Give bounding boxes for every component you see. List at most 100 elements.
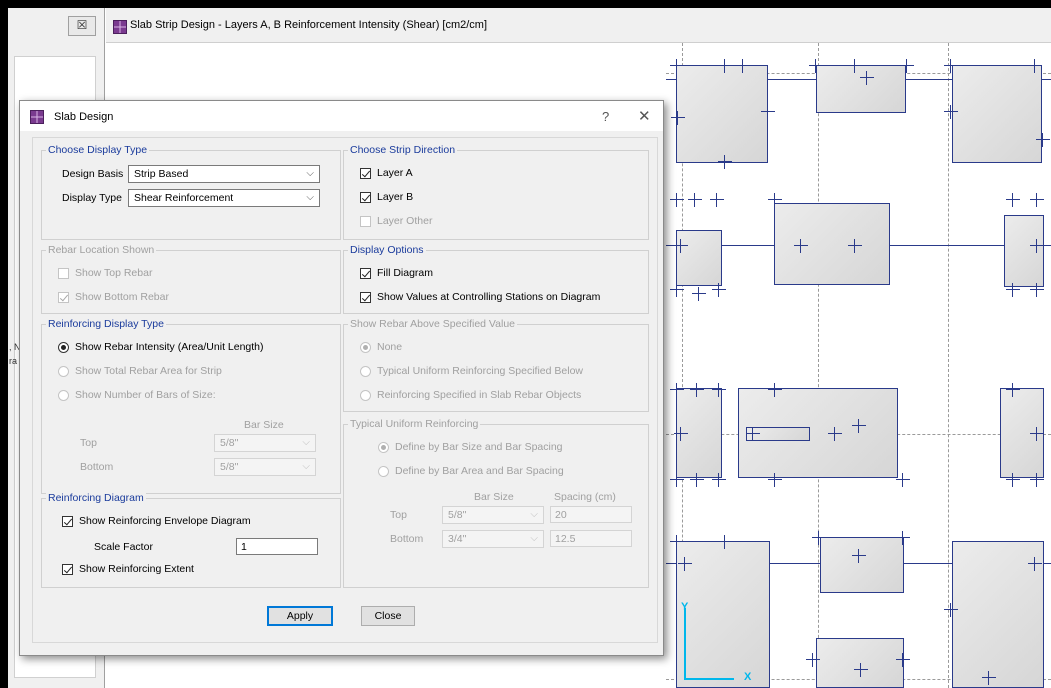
station-marker (896, 473, 910, 487)
slab-diagram (820, 537, 904, 593)
top-label: Top (390, 509, 407, 521)
bar-size-header: Bar Size (474, 491, 514, 503)
display-options-group: Display Options Fill Diagram Show Values… (343, 244, 649, 314)
station-marker (1006, 473, 1020, 487)
station-marker (736, 59, 750, 73)
typical-uniform-label: Typical Uniform Reinforcing Specified Be… (377, 365, 584, 377)
layer-a-label: Layer A (377, 167, 413, 179)
show-extent-label: Show Reinforcing Extent (79, 563, 194, 575)
station-marker (1028, 557, 1042, 571)
station-marker (944, 603, 958, 617)
show-bottom-rebar-label: Show Bottom Rebar (75, 291, 169, 303)
x-axis-label: X (744, 671, 752, 683)
bottom-bar-size-select: 5/8" ⌵ (214, 458, 316, 476)
number-of-bars-label: Show Number of Bars of Size: (75, 389, 216, 401)
y-axis-indicator (684, 608, 686, 680)
rebar-intensity-label: Show Rebar Intensity (Area/Unit Length) (75, 341, 264, 353)
station-marker (1006, 193, 1020, 207)
grid-line-dashed (948, 43, 949, 688)
show-values-checkbox[interactable] (360, 292, 371, 303)
station-marker (712, 473, 726, 487)
station-marker (852, 549, 866, 563)
slab-diagram (952, 65, 1042, 163)
show-extent-checkbox[interactable] (62, 564, 73, 575)
group-title: Rebar Location Shown (46, 244, 157, 256)
top-label: Top (80, 437, 97, 449)
edge-text-fragment: ra (9, 356, 18, 366)
close-button[interactable]: Close (361, 606, 415, 626)
layer-other-checkbox (360, 216, 371, 227)
group-title: Typical Uniform Reinforcing (348, 418, 481, 430)
station-marker (671, 111, 685, 125)
station-marker (1030, 283, 1044, 297)
station-marker (982, 671, 996, 685)
station-marker (848, 239, 862, 253)
station-marker (712, 283, 726, 297)
dialog-body: Choose Display Type Design Basis Strip B… (32, 137, 658, 643)
close-icon[interactable]: ✕ (638, 107, 651, 125)
station-marker (718, 535, 732, 549)
layer-a-checkbox[interactable] (360, 168, 371, 179)
station-marker (860, 71, 874, 85)
by-bar-size-radio (378, 442, 389, 453)
bottom-bar-size-value: 5/8" (220, 461, 239, 473)
fill-diagram-checkbox[interactable] (360, 268, 371, 279)
apply-button[interactable]: Apply (267, 606, 333, 626)
scale-factor-label: Scale Factor (94, 541, 153, 553)
slab-rebar-objects-label: Reinforcing Specified in Slab Rebar Obje… (377, 389, 582, 401)
y-axis-label: Y (681, 601, 689, 613)
chevron-down-icon: ⌵ (302, 461, 310, 472)
show-top-rebar-label: Show Top Rebar (75, 267, 153, 279)
station-marker (1030, 473, 1044, 487)
close-icon[interactable]: ☒ (68, 16, 96, 36)
station-marker (674, 427, 688, 441)
station-marker (674, 239, 688, 253)
design-basis-select[interactable]: Strip Based ⌵ (128, 165, 320, 183)
chevron-down-icon: ⌵ (302, 437, 310, 448)
app-grid-icon (30, 110, 44, 124)
station-marker (712, 383, 726, 397)
total-area-radio (58, 366, 69, 377)
scale-factor-input[interactable]: 1 (236, 538, 318, 555)
slab-diagram (774, 203, 890, 285)
display-type-group: Choose Display Type Design Basis Strip B… (41, 144, 341, 240)
station-marker (768, 473, 782, 487)
station-marker (768, 193, 782, 207)
station-marker (678, 557, 692, 571)
bottom-label: Bottom (80, 461, 114, 473)
station-marker (692, 287, 706, 301)
show-envelope-checkbox[interactable] (62, 516, 73, 527)
station-marker (690, 473, 704, 487)
station-marker (1006, 283, 1020, 297)
station-marker (1030, 427, 1044, 441)
rebar-above-value-group: Show Rebar Above Specified Value None Ty… (343, 318, 649, 412)
station-marker (710, 193, 724, 207)
station-marker (746, 427, 760, 441)
top-bar-size-select: 5/8" ⌵ (214, 434, 316, 452)
group-title: Display Options (348, 244, 426, 256)
station-marker (690, 383, 704, 397)
dialog-titlebar[interactable] (20, 101, 663, 131)
station-marker (718, 155, 732, 169)
chevron-down-icon: ⌵ (306, 168, 314, 179)
display-type-select[interactable]: Shear Reinforcement ⌵ (128, 189, 320, 207)
bottom-label: Bottom (390, 533, 424, 545)
station-marker (670, 283, 684, 297)
layer-other-label: Layer Other (377, 215, 433, 227)
station-marker (896, 653, 910, 667)
station-marker (761, 105, 775, 119)
group-title: Choose Display Type (46, 144, 150, 156)
layer-b-checkbox[interactable] (360, 192, 371, 203)
slab-design-dialog: Slab Design ? ✕ Choose Display Type Desi… (19, 100, 664, 656)
chevron-down-icon: ⌵ (306, 192, 314, 203)
show-top-rebar-checkbox (58, 268, 69, 279)
group-title: Reinforcing Display Type (46, 318, 166, 330)
rebar-location-group: Rebar Location Shown Show Top Rebar Show… (41, 244, 341, 314)
help-icon[interactable]: ? (602, 109, 609, 124)
station-marker (944, 59, 958, 73)
rebar-intensity-radio[interactable] (58, 342, 69, 353)
top-bar-size-select: 5/8" ⌵ (442, 506, 544, 524)
top-spacing-input: 20 (550, 506, 632, 523)
station-marker (670, 59, 684, 73)
layer-b-label: Layer B (377, 191, 414, 203)
